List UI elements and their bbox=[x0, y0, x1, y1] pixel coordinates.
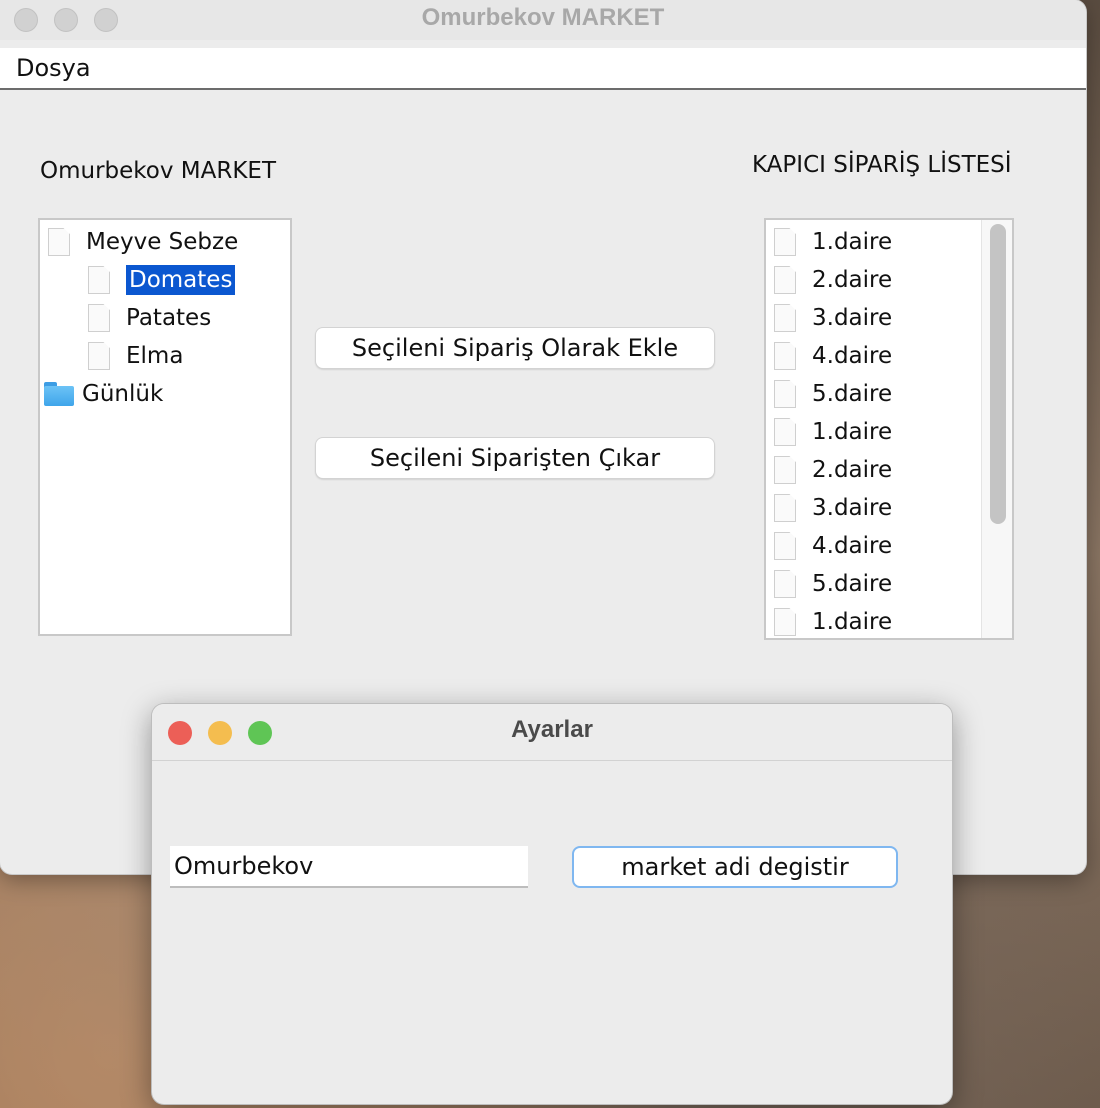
remove-from-order-button[interactable]: Seçileni Siparişten Çıkar bbox=[316, 438, 714, 478]
order-list-item-label: 1.daire bbox=[812, 609, 893, 635]
window-title: Omurbekov MARKET bbox=[421, 4, 665, 31]
document-icon bbox=[774, 418, 796, 446]
document-icon bbox=[48, 228, 70, 256]
document-icon bbox=[774, 532, 796, 560]
tree-item-gunluk[interactable]: Günlük bbox=[44, 376, 163, 412]
order-list-item-label: 5.daire bbox=[812, 571, 893, 597]
tree-item-label: Meyve Sebze bbox=[86, 229, 239, 255]
menu-bar: Dosya bbox=[0, 48, 1086, 90]
document-icon bbox=[774, 494, 796, 522]
order-list-item-label: 4.daire bbox=[812, 343, 893, 369]
order-list-item[interactable]: 1.daire bbox=[774, 414, 892, 450]
order-list-title: KAPICI SİPARİŞ LİSTESİ bbox=[752, 152, 1012, 178]
settings-titlebar[interactable]: Ayarlar bbox=[152, 704, 952, 761]
document-icon bbox=[774, 456, 796, 484]
order-list-item-label: 2.daire bbox=[812, 267, 893, 293]
settings-title: Ayarlar bbox=[511, 716, 593, 743]
order-list-item[interactable]: 1.daire bbox=[774, 224, 892, 260]
order-list-item-label: 2.daire bbox=[812, 457, 893, 483]
document-icon bbox=[774, 304, 796, 332]
document-icon bbox=[774, 228, 796, 256]
settings-window: Ayarlar market adi degistir bbox=[152, 704, 952, 1104]
document-icon bbox=[774, 608, 796, 636]
order-list-item[interactable]: 2.daire bbox=[774, 452, 892, 488]
order-list-item-label: 4.daire bbox=[812, 533, 893, 559]
market-title-label: Omurbekov MARKET bbox=[40, 158, 277, 184]
tree-item-patates[interactable]: Patates bbox=[88, 300, 211, 336]
scrollbar-thumb[interactable] bbox=[990, 224, 1006, 524]
order-list-item-label: 5.daire bbox=[812, 381, 893, 407]
document-icon bbox=[88, 266, 110, 294]
change-market-name-button[interactable]: market adi degistir bbox=[572, 846, 898, 888]
document-icon bbox=[774, 380, 796, 408]
order-list-item[interactable]: 1.daire bbox=[774, 604, 893, 638]
document-icon bbox=[774, 570, 796, 598]
order-list-scrollbar[interactable] bbox=[981, 220, 1012, 638]
order-list-item-label: 3.daire bbox=[812, 495, 893, 521]
order-list-item-label: 3.daire bbox=[812, 305, 893, 331]
menu-dosya[interactable]: Dosya bbox=[16, 54, 91, 82]
tree-item-meyve-sebze[interactable]: Meyve Sebze bbox=[48, 224, 238, 260]
tree-item-elma[interactable]: Elma bbox=[88, 338, 183, 374]
order-list-item[interactable]: 2.daire bbox=[774, 262, 892, 298]
order-list-item[interactable]: 5.daire bbox=[774, 566, 892, 602]
folder-icon bbox=[44, 382, 74, 406]
product-tree[interactable]: Meyve Sebze Domates Patates Elma Günlük bbox=[38, 218, 292, 636]
order-list-item[interactable]: 3.daire bbox=[774, 300, 892, 336]
tree-item-label: Elma bbox=[126, 343, 184, 369]
order-list-item[interactable]: 4.daire bbox=[774, 338, 892, 374]
order-list-item-label: 1.daire bbox=[812, 229, 893, 255]
main-titlebar[interactable]: Omurbekov MARKET bbox=[0, 0, 1086, 40]
tree-item-label: Patates bbox=[126, 305, 212, 331]
order-list-item-label: 1.daire bbox=[812, 419, 893, 445]
document-icon bbox=[774, 342, 796, 370]
order-list-item[interactable]: 3.daire bbox=[774, 490, 892, 526]
order-list-item[interactable]: 5.daire bbox=[774, 376, 892, 412]
order-list-item[interactable]: 4.daire bbox=[774, 528, 892, 564]
market-name-field[interactable] bbox=[170, 846, 528, 888]
order-list[interactable]: 1.daire 2.daire 3.daire 4.daire 5.daire 1.dai… bbox=[764, 218, 1014, 640]
document-icon bbox=[88, 342, 110, 370]
tree-item-domates[interactable]: Domates bbox=[88, 262, 236, 298]
document-icon bbox=[774, 266, 796, 294]
document-icon bbox=[88, 304, 110, 332]
tree-item-label: Günlük bbox=[82, 381, 164, 407]
tree-item-label: Domates bbox=[126, 265, 236, 295]
add-to-order-button[interactable]: Seçileni Sipariş Olarak Ekle bbox=[316, 328, 714, 368]
